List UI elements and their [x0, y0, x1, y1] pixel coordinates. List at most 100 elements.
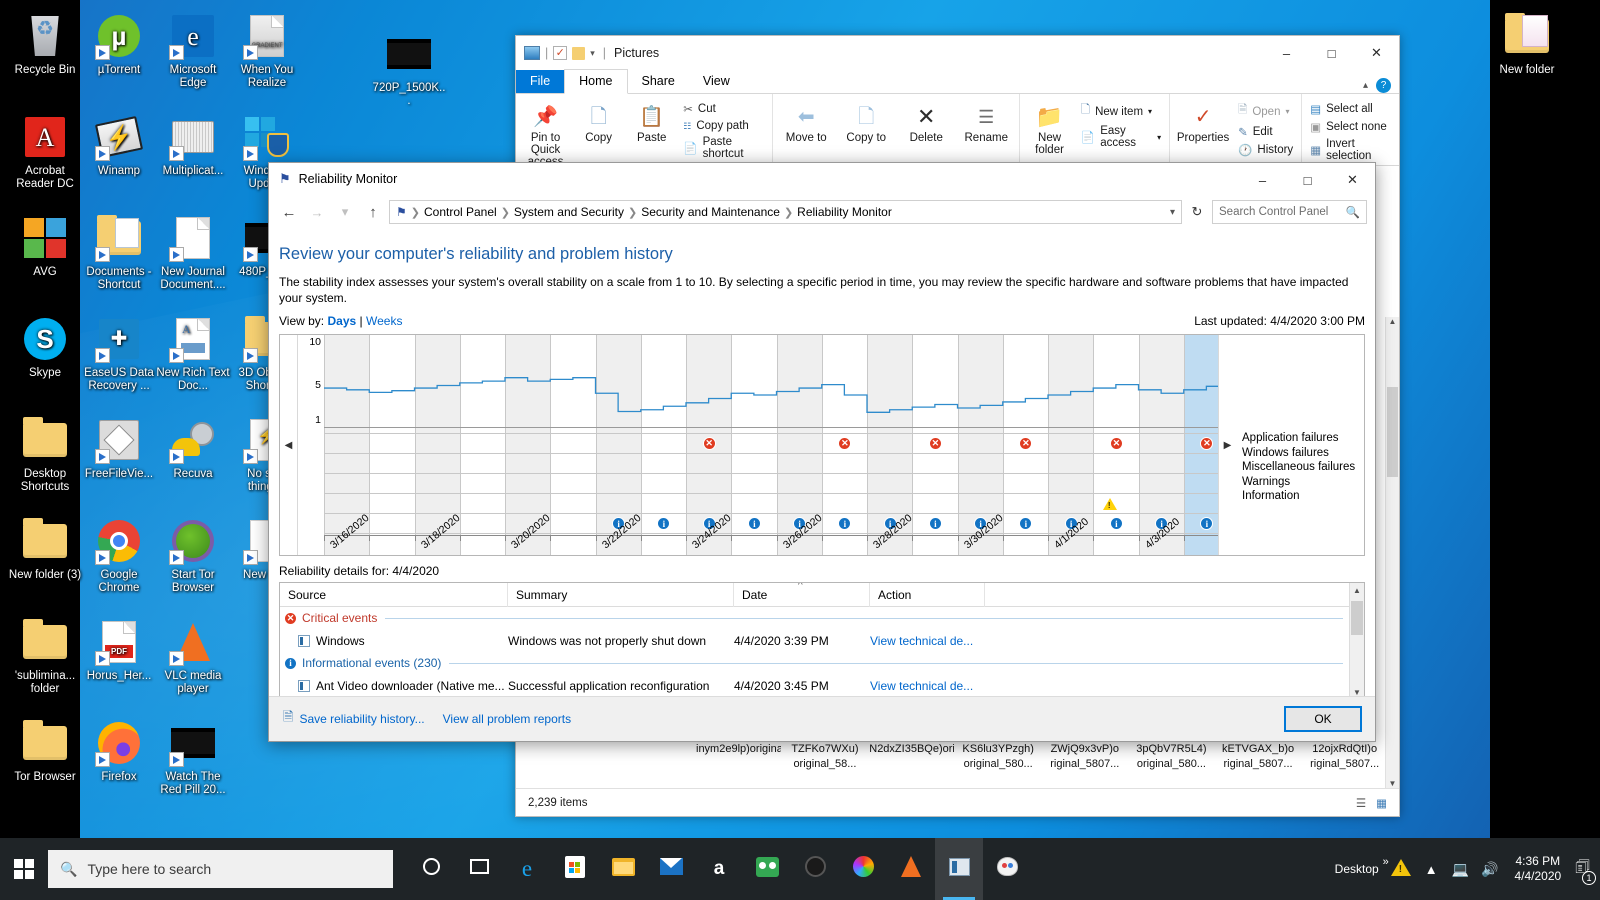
help-icon[interactable]: ? [1376, 78, 1391, 93]
invert-selection-button[interactable]: ▦ Invert selection [1310, 138, 1391, 162]
forward-icon[interactable]: → [305, 200, 329, 224]
scrollbar-thumb[interactable] [1387, 387, 1398, 477]
large-icons-view-icon[interactable]: ▦ [1376, 796, 1387, 810]
action-center-icon[interactable]: 🗊 1 [1571, 856, 1600, 885]
edit-button[interactable]: ✎ Edit [1238, 125, 1293, 139]
breadcrumb-item-reliability-monitor[interactable]: Reliability Monitor [797, 205, 892, 219]
explorer-vertical-scrollbar[interactable]: ▲ ▼ [1385, 317, 1399, 788]
scrollbar-thumb[interactable] [1351, 601, 1363, 635]
close-button[interactable]: ✕ [1330, 163, 1375, 197]
chart-plot-area[interactable]: ✕✕✕✕✕✕✕✕iiiiiiiiiiiiiiiii3/16/20203/18/2… [324, 335, 1218, 555]
breadcrumb[interactable]: ⚑ ❯ Control Panel ❯ System and Security … [389, 200, 1182, 224]
ok-button[interactable]: OK [1284, 706, 1362, 732]
relmon-title-bar[interactable]: ⚑ Reliability Monitor ‒ □ ✕ [269, 163, 1375, 195]
chevron-down-icon[interactable]: ▾ [1285, 107, 1289, 116]
reliability-monitor-window[interactable]: ⚑ Reliability Monitor ‒ □ ✕ ← → ▾ ↑ ⚑ ❯ … [268, 162, 1376, 742]
events-table-scrollbar[interactable]: ▲ ▼ [1349, 583, 1364, 701]
taskbar-button-vlc[interactable] [887, 838, 935, 900]
desktop-icon[interactable]: New folder (3) [8, 517, 82, 582]
breadcrumb-item-security-and-maintenance[interactable]: Security and Maintenance [641, 205, 780, 219]
chevron-down-icon[interactable]: ▾ [1157, 133, 1161, 142]
details-view-icon[interactable]: ☰ [1356, 796, 1366, 810]
select-none-button[interactable]: ▣ Select none [1310, 120, 1391, 134]
taskbar-button-tripadvisor[interactable] [743, 838, 791, 900]
scroll-up-icon[interactable]: ▲ [1350, 583, 1364, 599]
delete-button[interactable]: ✕ Delete [899, 98, 953, 145]
back-icon[interactable]: ← [277, 200, 301, 224]
quick-access-toolbar[interactable]: | ✓ ▾ [524, 46, 595, 60]
volume-icon[interactable]: 🔊 [1475, 861, 1504, 878]
paste-shortcut-button[interactable]: 📄 Paste shortcut [683, 136, 764, 160]
copy-button[interactable]: 🗋 Copy [575, 98, 622, 144]
taskbar-app-buttons[interactable]: ea [407, 838, 1031, 900]
taskbar-button-edge[interactable]: e [503, 838, 551, 900]
tray-expand-chevron-icon[interactable]: ▲ [1417, 862, 1446, 877]
select-all-button[interactable]: ▤ Select all [1310, 102, 1391, 116]
scroll-down-icon[interactable]: ▼ [1386, 779, 1399, 788]
column-header-summary[interactable]: Summary [508, 583, 734, 607]
security-warning-icon[interactable]: ! [1385, 859, 1417, 879]
taskbar-button-task-view[interactable] [455, 838, 503, 900]
minimize-button[interactable]: ‒ [1240, 163, 1285, 197]
taskbar-button-file-explorer[interactable] [599, 838, 647, 900]
customize-dropdown-icon[interactable]: ▾ [590, 48, 595, 59]
cut-button[interactable]: ✂ Cut [683, 102, 764, 116]
taskbar-button-mail[interactable] [647, 838, 695, 900]
explorer-caption-buttons[interactable]: ‒ □ ✕ [1264, 36, 1399, 70]
refresh-icon[interactable]: ↻ [1186, 200, 1208, 224]
events-table-body[interactable]: ✕Critical events▴WindowsWindows was not … [280, 607, 1364, 701]
taskbar-button-amazon[interactable]: a [695, 838, 743, 900]
explorer-ribbon-tabs[interactable]: File Home Share View ▴ ? [516, 69, 1399, 94]
desktop-icon[interactable]: Firefox [82, 719, 156, 784]
desktop-icon[interactable]: Start Tor Browser [156, 517, 230, 595]
stability-chart[interactable]: ◀ 1051 ✕✕✕✕✕✕✕✕iiiiiiiiiiiiiiiii3/16/202… [279, 334, 1365, 556]
save-reliability-history-link[interactable]: Save reliability history... [299, 712, 424, 726]
desktop-icon[interactable]: VLC media player [156, 618, 230, 696]
new-folder-icon[interactable] [572, 46, 586, 60]
desktop-icon[interactable]: 'sublimina... folder [8, 618, 82, 696]
desktop-icon[interactable]: Recuva [156, 416, 230, 481]
taskbar[interactable]: 🔍 Type here to search ea Desktop » ! ▲ 💻… [0, 838, 1600, 900]
desktop-icon[interactable]: Watch The Red Pill 20... [156, 719, 230, 797]
minimize-button[interactable]: ‒ [1264, 36, 1309, 70]
events-group-header[interactable]: ✕Critical events▴ [280, 607, 1364, 629]
desktop-icon[interactable]: PDF Horus_Her... [82, 618, 156, 683]
system-tray[interactable]: Desktop » ! ▲ 💻 🔊 4:36 PM 4/4/2020 🗊 1 [1329, 838, 1600, 900]
scroll-up-icon[interactable]: ▲ [1386, 317, 1399, 326]
easy-access-button[interactable]: 📄 Easy access ▾ [1081, 125, 1161, 149]
tab-home[interactable]: Home [564, 69, 628, 94]
rename-button[interactable]: ☰ Rename [959, 98, 1013, 144]
close-button[interactable]: ✕ [1354, 36, 1399, 70]
recent-locations-chevron-icon[interactable]: ▾ [333, 200, 357, 224]
explorer-ribbon[interactable]: 📌 Pin to Quick access 🗋 Copy 📋 Paste ✂ C… [516, 94, 1399, 168]
desktop-icon[interactable]: New Journal Document.... [156, 214, 230, 292]
desktop-icon[interactable]: A Acrobat Reader DC [8, 113, 82, 191]
events-table[interactable]: Source Summary Date Action ^ ✕ Critical e… [279, 582, 1365, 702]
open-button[interactable]: 🗎 Open ▾ [1238, 102, 1293, 121]
tab-share[interactable]: Share [628, 70, 689, 93]
desktop-icon[interactable]: S Skype [8, 315, 82, 380]
history-button[interactable]: 🕐 History [1238, 143, 1293, 157]
desktop-icon[interactable]: Documents - Shortcut [82, 214, 156, 292]
desktop-icon[interactable]: ✚ EaseUS Data Recovery ... [82, 315, 156, 393]
new-folder-button[interactable]: 📁 New folder [1026, 98, 1073, 157]
maximize-button[interactable]: □ [1285, 163, 1330, 197]
chart-warning-marker[interactable] [1102, 498, 1117, 510]
taskbar-button-colorwheel-app[interactable] [839, 838, 887, 900]
table-row[interactable]: Ant Video downloader (Native me... Succes… [280, 674, 1364, 697]
network-icon[interactable]: 💻 [1446, 861, 1475, 878]
new-item-button[interactable]: 🗋 New item ▾ [1081, 102, 1161, 121]
properties-button[interactable]: ✓ Properties [1176, 98, 1230, 144]
desktop-icon[interactable]: AVG [8, 214, 82, 279]
desktop-icon[interactable]: Desktop Shortcuts [8, 416, 82, 494]
start-button[interactable] [0, 838, 48, 900]
chart-critical-marker[interactable]: ✕ [1109, 437, 1123, 450]
view-all-problem-reports-link[interactable]: View all problem reports [443, 712, 572, 726]
view-days-link[interactable]: Days [327, 314, 356, 328]
view-technical-details-link[interactable]: View technical de... [870, 679, 973, 693]
tray-overflow-icon[interactable]: » [1383, 856, 1389, 868]
desktop-icon[interactable]: FreeFileVie... [82, 416, 156, 481]
view-weeks-link[interactable]: Weeks [366, 314, 402, 328]
pin-to-quick-access-button[interactable]: 📌 Pin to Quick access [522, 98, 569, 168]
column-header-action[interactable]: Action [870, 583, 985, 607]
